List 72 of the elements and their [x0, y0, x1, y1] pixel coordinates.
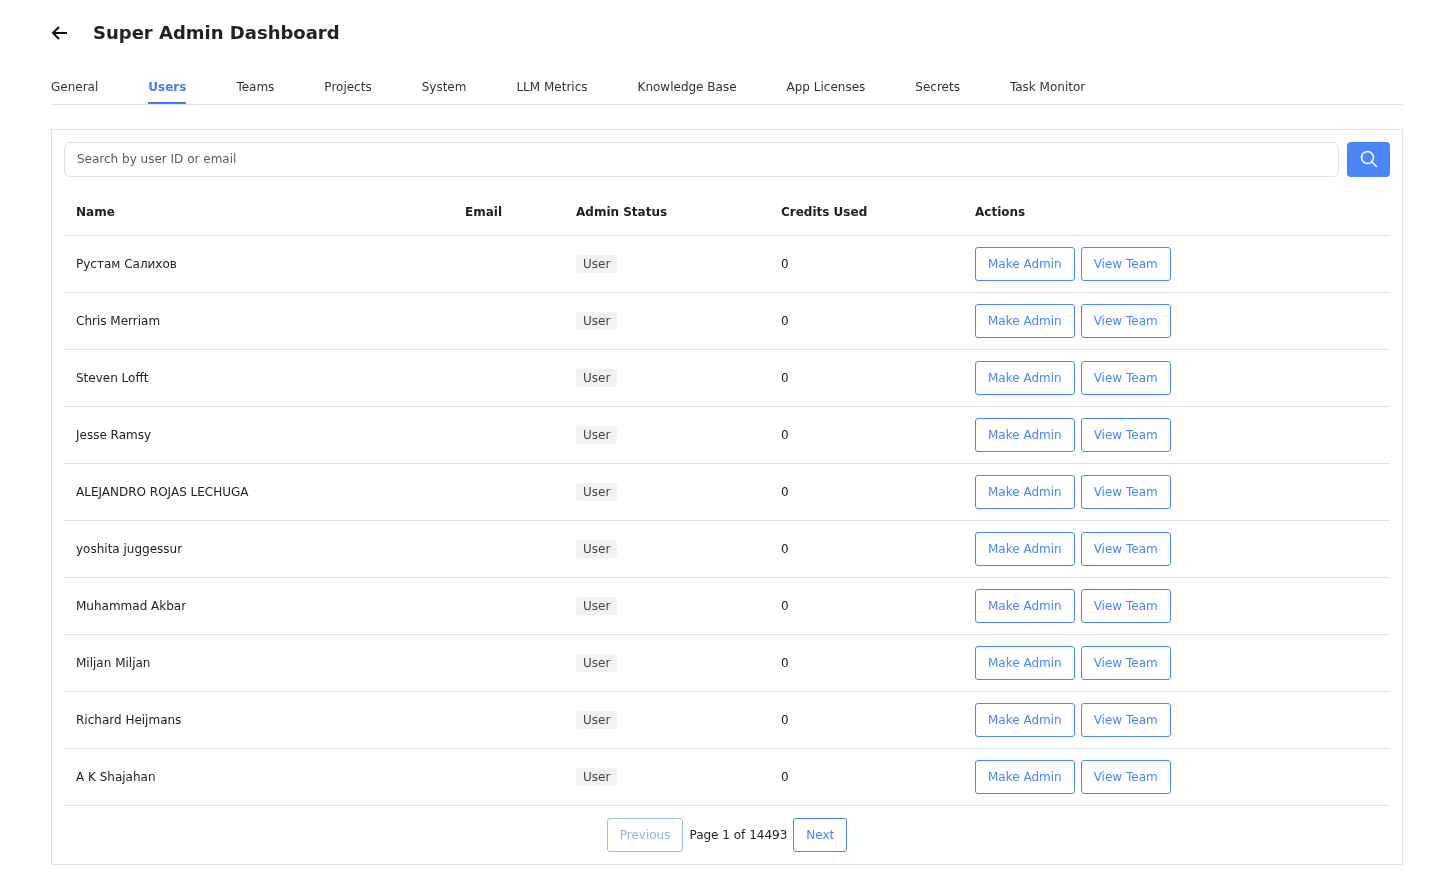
credits-value: 0 — [781, 484, 789, 499]
column-header: Actions — [963, 188, 1390, 236]
credits-value: 0 — [781, 370, 789, 385]
view-team-button[interactable]: View Team — [1080, 474, 1171, 509]
credits-value: 0 — [781, 598, 789, 613]
make-admin-button[interactable]: Make Admin — [975, 417, 1075, 452]
search-icon — [1359, 150, 1378, 169]
make-admin-button[interactable]: Make Admin — [975, 303, 1075, 338]
view-team-button[interactable]: View Team — [1080, 702, 1171, 737]
view-team-button[interactable]: View Team — [1080, 360, 1171, 395]
make-admin-button[interactable]: Make Admin — [975, 645, 1075, 680]
view-team-button[interactable]: View Team — [1080, 759, 1171, 794]
column-header: Credits Used — [769, 188, 963, 236]
search-field[interactable]: Search by user ID or email — [64, 141, 1340, 177]
credits-value: 0 — [781, 655, 789, 670]
credits-value: 0 — [781, 313, 789, 328]
make-admin-button[interactable]: Make Admin — [975, 360, 1075, 395]
tab[interactable]: Teams — [236, 77, 275, 104]
back-arrow-icon[interactable] — [51, 23, 69, 42]
status-tag: User — [576, 596, 618, 615]
user-name: Muhammad Akbar — [76, 598, 187, 613]
make-admin-button[interactable]: Make Admin — [975, 759, 1075, 794]
make-admin-button[interactable]: Make Admin — [975, 474, 1075, 509]
tab[interactable]: Secrets — [915, 77, 960, 104]
credits-value: 0 — [781, 256, 789, 271]
page-title: Super Admin Dashboard — [93, 22, 340, 44]
tab[interactable]: Task Monitor — [1009, 77, 1086, 104]
credits-value: 0 — [781, 769, 789, 784]
view-team-button[interactable]: View Team — [1080, 246, 1171, 281]
tab[interactable]: System — [421, 77, 467, 104]
status-tag: User — [576, 368, 618, 387]
credits-value: 0 — [781, 541, 789, 556]
user-name: Chris Merriam — [76, 313, 161, 328]
view-team-button[interactable]: View Team — [1080, 531, 1171, 566]
view-team-button[interactable]: View Team — [1080, 645, 1171, 680]
tab[interactable]: General — [51, 77, 99, 104]
status-tag: User — [576, 539, 618, 558]
status-tag: User — [576, 653, 618, 672]
tab[interactable]: LLM Metrics — [516, 77, 588, 104]
column-header: Email — [453, 188, 564, 236]
user-name: Richard Heijmans — [76, 712, 182, 727]
make-admin-button[interactable]: Make Admin — [975, 588, 1075, 623]
tab[interactable]: Projects — [324, 77, 372, 104]
user-name: Miljan Miljan — [76, 655, 151, 670]
user-name: Рустам Салихов — [76, 256, 177, 271]
tab[interactable]: Knowledge Base — [637, 77, 737, 104]
user-name: ALEJANDRO ROJAS LECHUGA — [76, 484, 249, 499]
user-name: yoshita juggessur — [76, 541, 183, 556]
status-tag: User — [576, 482, 618, 501]
view-team-button[interactable]: View Team — [1080, 303, 1171, 338]
status-tag: User — [576, 710, 618, 729]
page-info: Page 1 of 14493 — [689, 826, 788, 844]
status-tag: User — [576, 767, 618, 786]
make-admin-button[interactable]: Make Admin — [975, 702, 1075, 737]
tab[interactable]: App Licenses — [786, 77, 866, 104]
user-name: Jesse Ramsy — [76, 427, 152, 442]
status-tag: User — [576, 425, 618, 444]
search-button[interactable] — [1347, 141, 1390, 177]
status-tag: User — [576, 254, 618, 273]
tab[interactable]: Users — [148, 77, 187, 104]
make-admin-button[interactable]: Make Admin — [975, 246, 1075, 281]
user-name: A K Shajahan — [76, 769, 156, 784]
next-button[interactable]: Next — [793, 817, 848, 852]
view-team-button[interactable]: View Team — [1080, 588, 1171, 623]
column-header: Name — [64, 188, 453, 236]
credits-value: 0 — [781, 712, 789, 727]
make-admin-button[interactable]: Make Admin — [975, 531, 1075, 566]
status-tag: User — [576, 311, 618, 330]
user-name: Steven Lofft — [76, 370, 149, 385]
credits-value: 0 — [781, 427, 789, 442]
view-team-button[interactable]: View Team — [1080, 417, 1171, 452]
column-header: Admin Status — [564, 188, 769, 236]
